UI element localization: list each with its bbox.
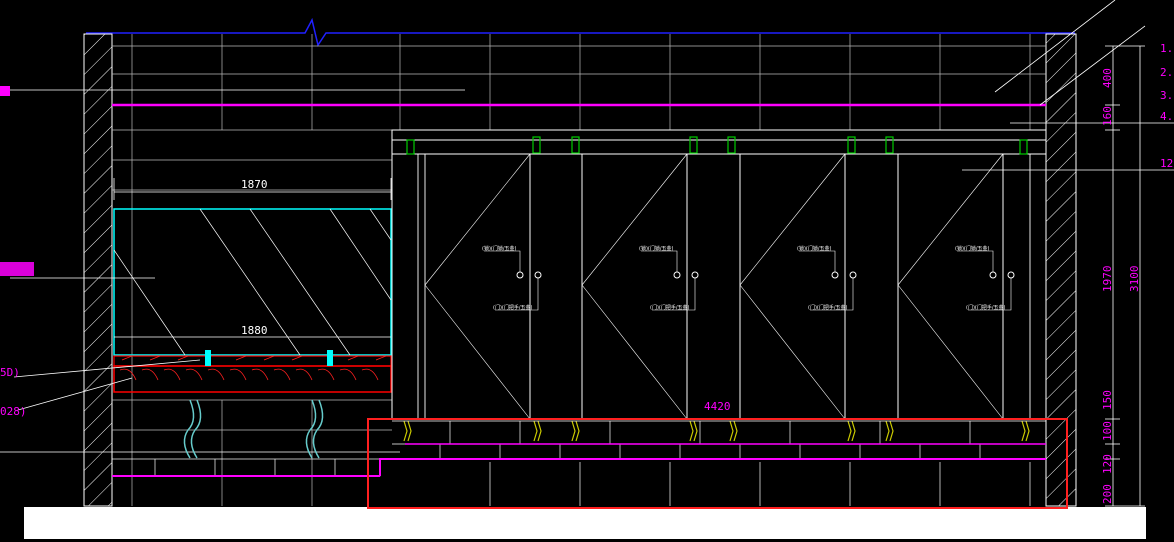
door-locks (484, 250, 1015, 311)
lock-stall-2 (641, 250, 699, 311)
lock-label-4a: (锁)(门锁/五金) (955, 245, 990, 252)
dim-160: 160 (1101, 106, 1114, 126)
callout-mark-left-2 (0, 262, 34, 276)
callout-right-2: 2. (1160, 66, 1173, 79)
dim-150: 150 (1101, 390, 1114, 410)
right-wall (1045, 33, 1077, 507)
lock-stall-3 (799, 250, 857, 311)
dim-100: 100 (1101, 421, 1114, 441)
callout-right-4: 4. (1160, 110, 1173, 123)
drain-pipes (183, 399, 324, 459)
dim-1970: 1970 (1101, 266, 1114, 293)
partition-width-label: 4420 (704, 400, 731, 413)
base-tiles-right (380, 420, 1046, 506)
lock-stall-1 (484, 250, 542, 311)
lock-label-3b: (门)(门把手/五金) (808, 304, 848, 311)
lock-label-2b: (门)(门把手/五金) (650, 304, 690, 311)
vanity-counter (113, 350, 392, 393)
lock-label-1a: (锁)(门锁/五金) (482, 245, 517, 252)
lock-label-2a: (锁)(门锁/五金) (639, 245, 674, 252)
elevation-drawing: 1870 1880 5D) 028) (锁)(门锁/五金) (门)(门把手/五金… (0, 0, 1174, 539)
callout-right-3: 3. (1160, 89, 1173, 102)
dim-3100: 3100 (1128, 266, 1141, 293)
base-trim-right (379, 458, 1046, 476)
floor-slab (24, 507, 1146, 539)
callout-left-2: 028) (0, 405, 27, 418)
base-tiles-left (111, 458, 381, 477)
lock-label-1b: (门)(门把手/五金) (493, 304, 533, 311)
callout-mark-left-1 (0, 86, 10, 96)
partition-frame (391, 129, 1047, 420)
lock-label-3a: (锁)(门锁/五金) (797, 245, 832, 252)
left-wall (83, 33, 113, 507)
door-swing-lines (424, 153, 1004, 420)
callout-right-1: 1. (1160, 42, 1173, 55)
partition-legs (403, 420, 1030, 442)
ceiling-line (86, 17, 1075, 47)
dim-120: 120 (1101, 454, 1114, 474)
callout-left-1: 5D) (0, 366, 20, 379)
lock-label-4b: (门)(门把手/五金) (966, 304, 1006, 311)
callout-right-5: 12 (1160, 157, 1173, 170)
mirror-width-top-label: 1870 (241, 178, 268, 191)
dim-400: 400 (1101, 68, 1114, 88)
stall-doors (417, 153, 1031, 420)
highlight-box (367, 418, 1068, 509)
dim-200: 200 (1101, 484, 1114, 504)
mirror-width-bottom-label: 1880 (241, 324, 268, 337)
lock-stall-4 (957, 250, 1015, 311)
leader-left-4 (17, 377, 133, 411)
